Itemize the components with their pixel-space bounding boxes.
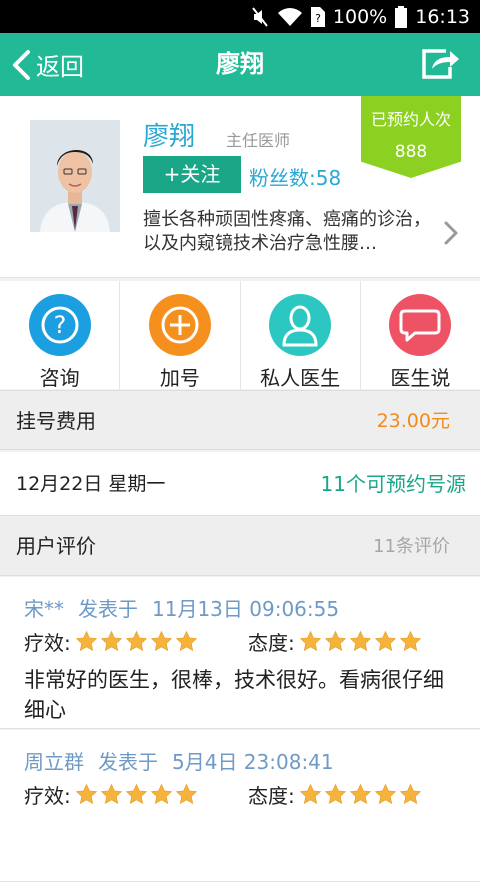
effect-label: 疗效: [24, 631, 71, 655]
status-bar: ? 100% 16:13 [0, 0, 480, 33]
review-item: 周立群 发表于 5月4日 23:08:41 疗效: 态度: [0, 730, 480, 882]
mute-icon [251, 6, 269, 28]
fans-number: 58 [315, 166, 342, 190]
star-icon [175, 630, 197, 651]
follow-button[interactable]: +关注 [143, 156, 241, 193]
effect-label: 疗效: [24, 784, 71, 808]
star-rating [299, 630, 422, 653]
app-bar: 返回 廖翔 [0, 33, 480, 96]
review-datetime: 5月4日 23:08:41 [172, 750, 334, 774]
add-appointment-label: 加号 [159, 366, 200, 390]
back-arrow-icon [13, 49, 30, 80]
doctor-avatar [30, 120, 120, 232]
reviews-header[interactable]: 用户评价 11条评价 [0, 517, 480, 576]
doctor-description: 擅长各种顽固性疼痛、癌痛的诊治，以及内窥镜技术治疗急性腰… [143, 209, 431, 254]
star-icon [125, 630, 147, 651]
private-doctor-button[interactable]: 私人医生 [241, 281, 361, 390]
consult-button[interactable]: ? 咨询 [0, 281, 121, 390]
star-icon [175, 783, 197, 804]
back-button[interactable]: 返回 [10, 33, 84, 96]
star-rating [75, 783, 198, 806]
review-datetime: 11月13日 09:06:55 [152, 597, 340, 621]
star-icon [125, 783, 147, 804]
schedule-date: 12月22日 星期一 [16, 473, 166, 495]
review-user: 周立群 [24, 750, 84, 774]
share-button[interactable] [420, 47, 460, 81]
star-icon [374, 630, 396, 651]
svg-text:?: ? [53, 311, 66, 339]
review-meta: 宋** 发表于 11月13日 09:06:55 [24, 593, 353, 622]
attitude-rating: 态度: [248, 627, 472, 656]
doctor-says-button[interactable]: 医生说 [361, 281, 480, 390]
star-icon [150, 783, 172, 804]
star-rating [75, 630, 198, 653]
battery-icon [395, 5, 408, 28]
attitude-label: 态度: [248, 631, 295, 655]
effect-rating: 疗效: [24, 627, 248, 656]
attitude-label: 态度: [248, 784, 295, 808]
review-posted-label: 发表于 [98, 750, 158, 774]
doctor-says-label: 医生说 [390, 366, 451, 390]
reviews-count: 11条评价 [373, 536, 450, 557]
doctor-title: 主任医师 [226, 131, 291, 150]
review-ratings: 疗效: 态度: [24, 627, 472, 656]
star-icon [349, 630, 371, 651]
star-icon [299, 783, 321, 804]
available-slots[interactable]: 11个可预约号源 [321, 452, 466, 516]
review-user: 宋** [24, 597, 64, 621]
booking-count-badge: 已预约人次 888 [361, 96, 461, 178]
clock: 16:13 [415, 5, 470, 28]
star-icon [100, 630, 122, 651]
star-rating [299, 783, 422, 806]
review-posted-label: 发表于 [78, 597, 138, 621]
review-item: 宋** 发表于 11月13日 09:06:55 疗效: 态度: 非常好的医生，很棒，… [0, 577, 480, 729]
star-icon [299, 630, 321, 651]
wifi-icon [277, 7, 303, 27]
question-icon: ? [28, 294, 91, 356]
review-ratings: 疗效: 态度: [24, 780, 472, 809]
fans-label: 粉丝数: [249, 166, 316, 190]
fee-value: 23.00元 [376, 410, 450, 432]
share-icon [422, 49, 459, 79]
review-text: 非常好的医生，很棒，技术很好。看病很仔细细心 [24, 668, 444, 722]
star-icon [349, 783, 371, 804]
registration-fee-row: 挂号费用 23.00元 [0, 390, 480, 450]
plus-icon [148, 294, 211, 356]
consult-label: 咨询 [39, 366, 80, 390]
effect-rating: 疗效: [24, 780, 248, 809]
battery-percent: 100% [332, 5, 388, 28]
private-doctor-label: 私人医生 [260, 366, 341, 390]
booking-count-label: 已预约人次 [370, 110, 451, 129]
fans-count: 粉丝数:58 [249, 162, 341, 191]
chevron-right-icon [444, 221, 458, 245]
fee-label: 挂号费用 [16, 409, 96, 433]
booking-count-value: 888 [394, 142, 428, 162]
attitude-rating: 态度: [248, 780, 472, 809]
star-icon [100, 783, 122, 804]
schedule-row[interactable]: 12月22日 星期一 11个可预约号源 [0, 452, 480, 516]
star-icon [374, 783, 396, 804]
star-icon [324, 630, 346, 651]
star-icon [399, 630, 421, 651]
svg-text:?: ? [315, 12, 321, 25]
star-icon [75, 783, 97, 804]
person-icon [269, 294, 332, 356]
star-icon [399, 783, 421, 804]
reviews-title: 用户评价 [16, 534, 96, 558]
add-appointment-button[interactable]: 加号 [120, 281, 241, 390]
doctor-name: 廖翔 [143, 122, 196, 152]
sim-icon: ? [310, 6, 325, 27]
speech-bubble-icon [389, 294, 452, 356]
star-icon [324, 783, 346, 804]
review-meta: 周立群 发表于 5月4日 23:08:41 [24, 746, 348, 775]
star-icon [150, 630, 172, 651]
status-icons: ? 100% 16:13 [251, 0, 470, 33]
action-grid: ? 咨询 加号 私人医生 医生说 [0, 281, 480, 390]
back-label: 返回 [36, 53, 84, 81]
star-icon [75, 630, 97, 651]
